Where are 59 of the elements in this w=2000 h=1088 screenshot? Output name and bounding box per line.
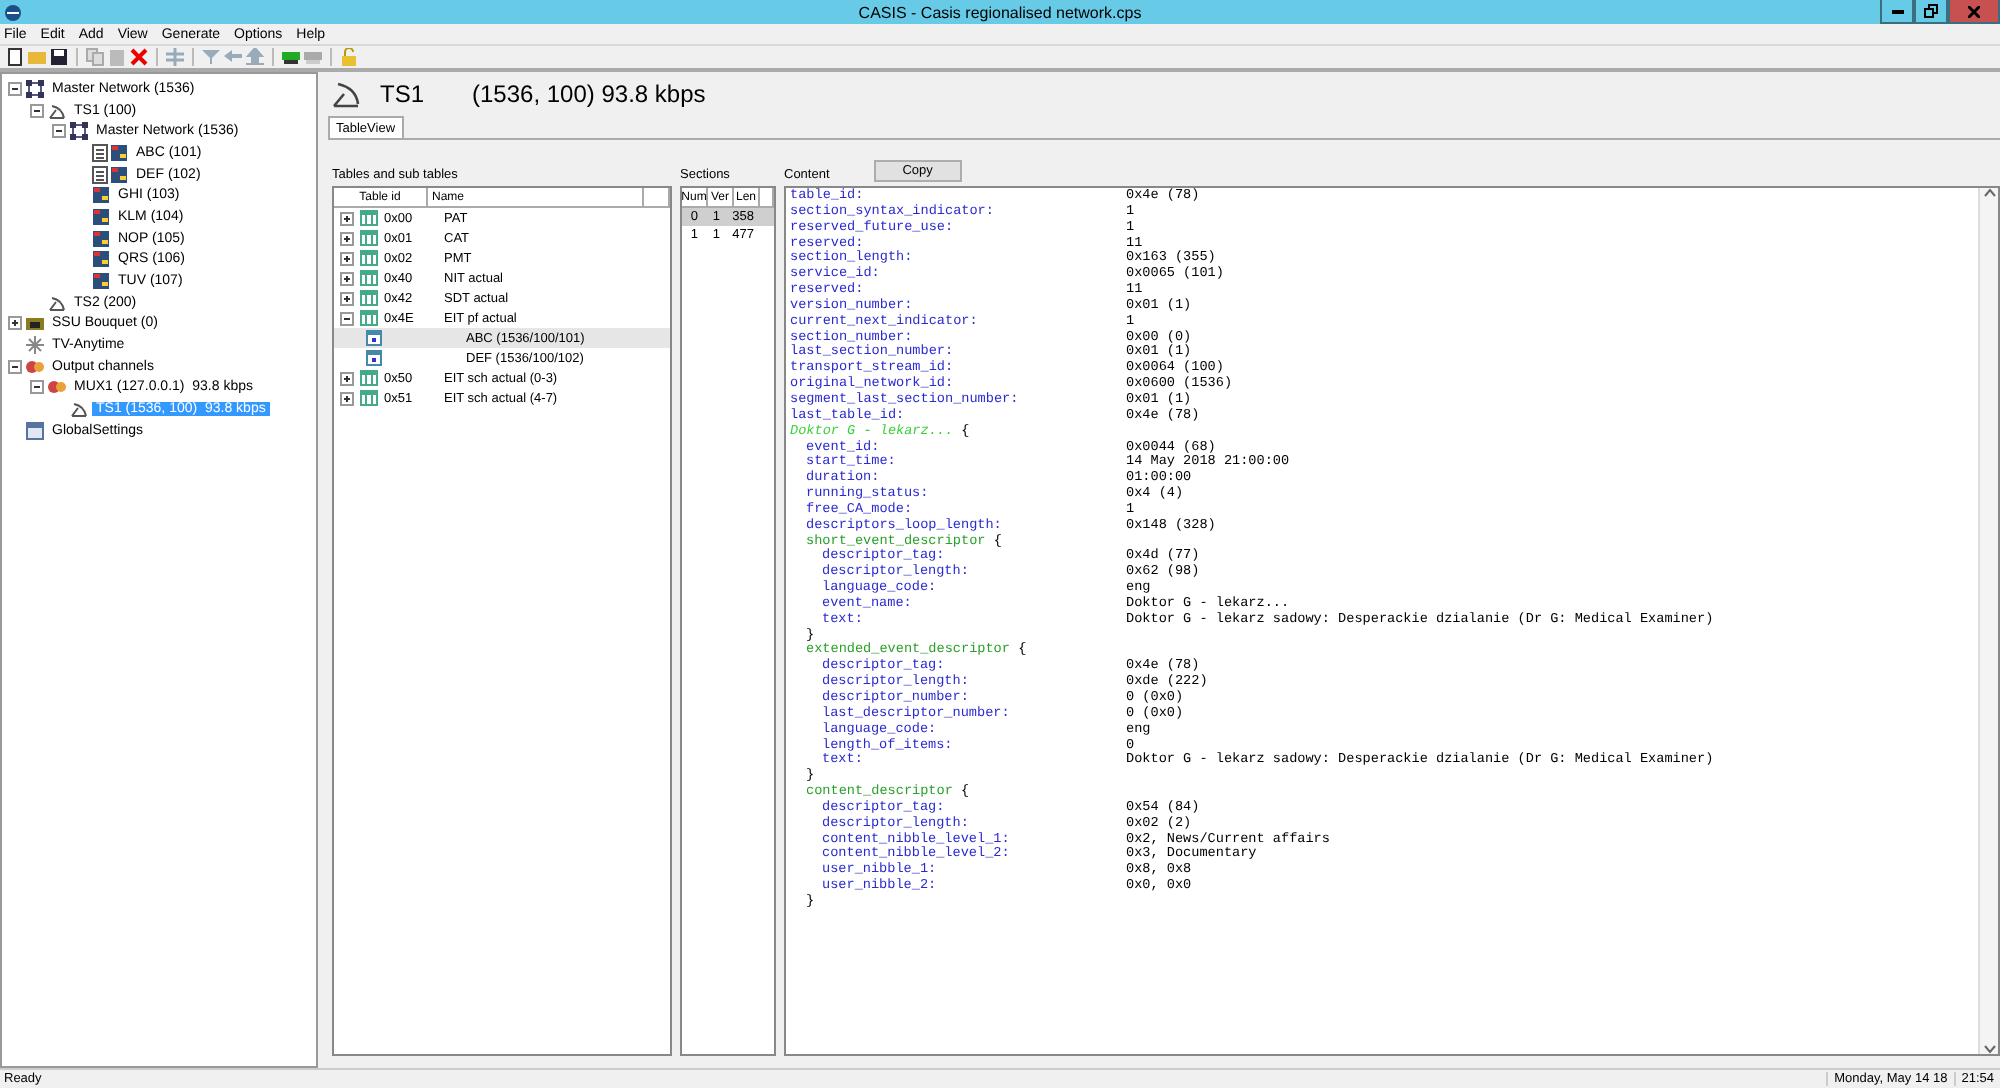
collapse-icon[interactable] bbox=[30, 103, 44, 118]
satellite-dish-icon bbox=[48, 293, 66, 312]
new-file-icon[interactable] bbox=[6, 48, 24, 66]
sub-table-icon bbox=[366, 330, 382, 346]
service-icon bbox=[92, 229, 110, 248]
table-icon bbox=[360, 290, 378, 306]
close-icon bbox=[1968, 5, 1980, 17]
table-icon bbox=[360, 230, 378, 246]
expand-icon[interactable] bbox=[340, 251, 354, 265]
sparkle-icon bbox=[26, 336, 44, 355]
satellite-dish-icon bbox=[48, 101, 66, 120]
expand-icon[interactable] bbox=[340, 271, 354, 285]
restore-icon bbox=[1924, 4, 1938, 18]
service-icon bbox=[92, 250, 110, 269]
stream-title: TS1 bbox=[380, 80, 425, 108]
collapse-icon[interactable] bbox=[340, 311, 354, 325]
satellite-dish-icon bbox=[332, 80, 360, 108]
service-icon bbox=[92, 186, 110, 205]
scroll-down-icon[interactable] bbox=[1983, 1044, 1995, 1054]
document-service-icon bbox=[92, 143, 128, 162]
satellite-dish-icon bbox=[70, 400, 88, 419]
expand-icon[interactable] bbox=[340, 371, 354, 385]
expand-icon[interactable] bbox=[8, 316, 22, 331]
sub-table-icon bbox=[366, 350, 382, 366]
plug-icon bbox=[48, 378, 66, 397]
network-icon bbox=[70, 122, 88, 141]
restore-button[interactable] bbox=[1914, 0, 1948, 24]
collapse-icon[interactable] bbox=[8, 81, 22, 96]
document-service-icon bbox=[92, 165, 128, 184]
plug-icon bbox=[26, 357, 44, 376]
app-icon bbox=[4, 3, 22, 21]
table-icon bbox=[360, 250, 378, 266]
scroll-up-icon[interactable] bbox=[1983, 188, 1995, 198]
collapse-icon[interactable] bbox=[8, 359, 22, 374]
collapse-icon[interactable] bbox=[52, 124, 66, 139]
service-icon bbox=[92, 272, 110, 291]
table-icon bbox=[360, 310, 378, 326]
save-icon[interactable] bbox=[50, 48, 68, 66]
table-icon bbox=[360, 390, 378, 406]
stream-details: (1536, 100) 93.8 kbps bbox=[472, 80, 706, 108]
table-icon bbox=[360, 370, 378, 386]
window-title: CASIS - Casis regionalised network.cps bbox=[858, 3, 1142, 21]
expand-icon[interactable] bbox=[340, 211, 354, 225]
table-icon bbox=[360, 210, 378, 226]
table-icon bbox=[360, 270, 378, 286]
minimize-icon bbox=[1891, 9, 1903, 13]
folder-icon bbox=[26, 314, 44, 333]
expand-icon[interactable] bbox=[340, 231, 354, 245]
device-icon[interactable] bbox=[282, 48, 300, 66]
delete-icon[interactable] bbox=[130, 48, 148, 66]
service-icon bbox=[92, 207, 110, 226]
scrollbar[interactable] bbox=[1978, 188, 1998, 1054]
minimize-button[interactable] bbox=[1880, 0, 1914, 24]
expand-icon[interactable] bbox=[340, 391, 354, 405]
settings-window-icon bbox=[26, 421, 44, 440]
expand-icon[interactable] bbox=[340, 291, 354, 305]
network-icon bbox=[26, 79, 44, 98]
collapse-icon[interactable] bbox=[30, 380, 44, 395]
close-button[interactable] bbox=[1948, 0, 2000, 24]
